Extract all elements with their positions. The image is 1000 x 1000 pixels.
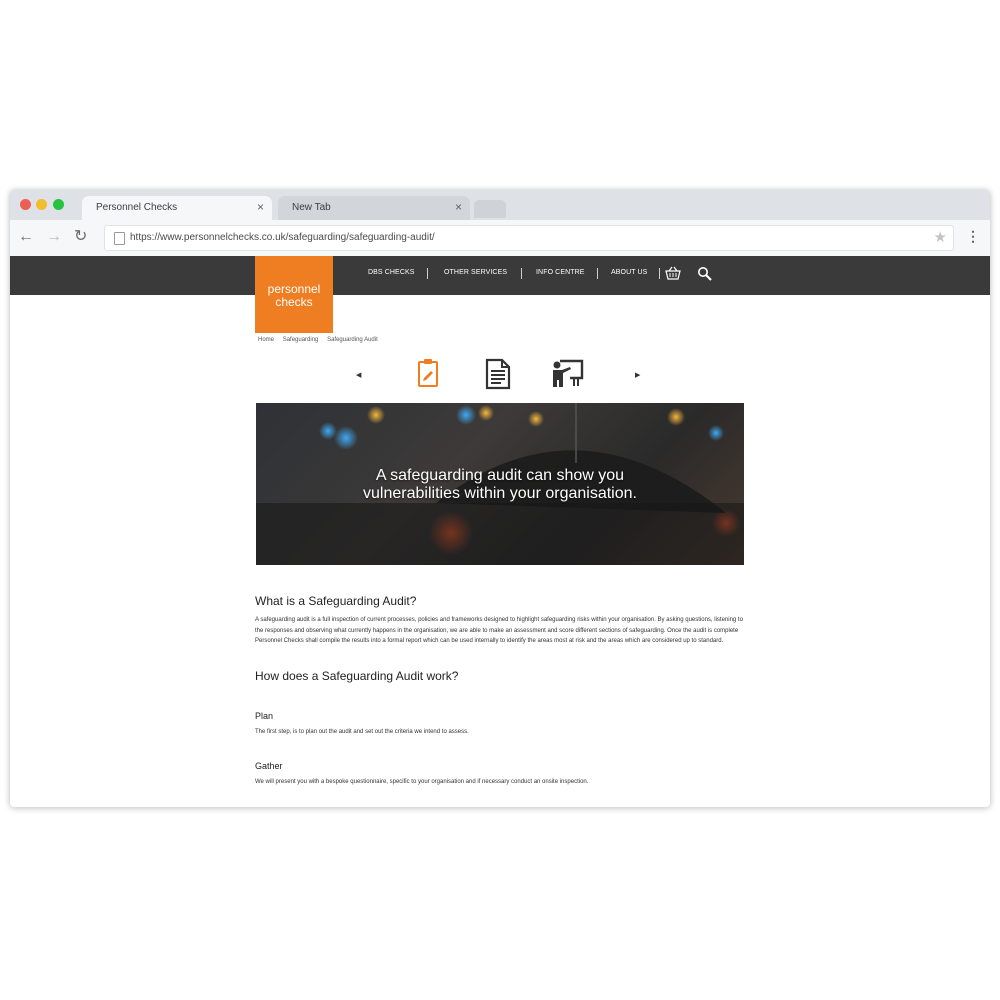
close-window-button[interactable] xyxy=(20,199,31,210)
what-paragraph: A safeguarding audit is a full inspectio… xyxy=(255,617,743,644)
address-bar[interactable]: https://www.personnelchecks.co.uk/safegu… xyxy=(104,225,954,251)
hero-caption-line2: vulnerabilities within your organisation… xyxy=(363,485,637,502)
site-logo[interactable]: personnel checks xyxy=(255,256,333,333)
carousel-prev-icon[interactable]: ◀ xyxy=(356,371,361,379)
nav-divider xyxy=(597,268,598,279)
hero-caption-line1: A safeguarding audit can show you xyxy=(375,467,625,484)
basket-icon[interactable] xyxy=(665,266,681,285)
nav-dbs-checks[interactable]: DBS CHECKS xyxy=(368,269,415,276)
tab-close-icon[interactable]: × xyxy=(455,200,462,214)
browser-toolbar: ← → ↻ https://www.personnelchecks.co.uk/… xyxy=(10,220,990,257)
carousel-next-icon[interactable]: ▶ xyxy=(635,371,640,379)
tab-title: New Tab xyxy=(292,202,331,213)
hero-banner: A safeguarding audit can show you vulner… xyxy=(256,403,744,565)
breadcrumb-home[interactable]: Home xyxy=(258,337,274,343)
plan-text: The first step, is to plan out the audit… xyxy=(255,729,469,735)
page-icon xyxy=(114,232,125,245)
kebab-menu-icon[interactable]: ⋮ xyxy=(966,228,980,244)
clipboard-icon[interactable] xyxy=(417,358,439,393)
url-text[interactable]: https://www.personnelchecks.co.uk/safegu… xyxy=(130,232,435,243)
tab-personnel-checks[interactable]: Personnel Checks × xyxy=(82,196,272,220)
plan-heading: Plan xyxy=(255,711,274,721)
what-heading: What is a Safeguarding Audit? xyxy=(255,594,417,608)
new-tab-button[interactable] xyxy=(474,200,506,218)
nav-divider xyxy=(427,268,428,279)
breadcrumb: Home Safeguarding Safeguarding Audit xyxy=(258,337,385,343)
nav-about-us[interactable]: ABOUT US xyxy=(611,269,647,276)
logo-text-line2: checks xyxy=(275,295,313,309)
reload-icon[interactable]: ↻ xyxy=(74,228,87,246)
browser-window: Personnel Checks × New Tab × ← → ↻ https… xyxy=(10,190,990,807)
minimize-window-button[interactable] xyxy=(36,199,47,210)
back-icon[interactable]: ← xyxy=(18,228,34,246)
forward-icon[interactable]: → xyxy=(46,228,62,246)
tab-new-tab[interactable]: New Tab × xyxy=(278,196,470,220)
document-icon[interactable] xyxy=(485,358,511,395)
hero-caption: A safeguarding audit can show you vulner… xyxy=(256,467,744,503)
tab-strip: Personnel Checks × New Tab × xyxy=(10,190,990,220)
maximize-window-button[interactable] xyxy=(53,199,64,210)
tab-close-icon[interactable]: × xyxy=(257,200,264,214)
breadcrumb-current: Safeguarding Audit xyxy=(327,337,378,343)
nav-other-services[interactable]: OTHER SERVICES xyxy=(444,269,507,276)
nav-divider xyxy=(521,268,522,279)
nav-divider xyxy=(659,268,660,279)
how-heading: How does a Safeguarding Audit work? xyxy=(255,669,459,683)
tab-title: Personnel Checks xyxy=(96,202,178,213)
presentation-icon[interactable] xyxy=(552,358,584,393)
gather-text: We will present you with a bespoke quest… xyxy=(255,779,589,785)
gather-heading: Gather xyxy=(255,761,283,771)
breadcrumb-safeguarding[interactable]: Safeguarding xyxy=(283,337,319,343)
nav-info-centre[interactable]: INFO CENTRE xyxy=(536,269,585,276)
search-icon[interactable] xyxy=(697,266,712,286)
star-icon[interactable]: ★ xyxy=(934,228,947,246)
